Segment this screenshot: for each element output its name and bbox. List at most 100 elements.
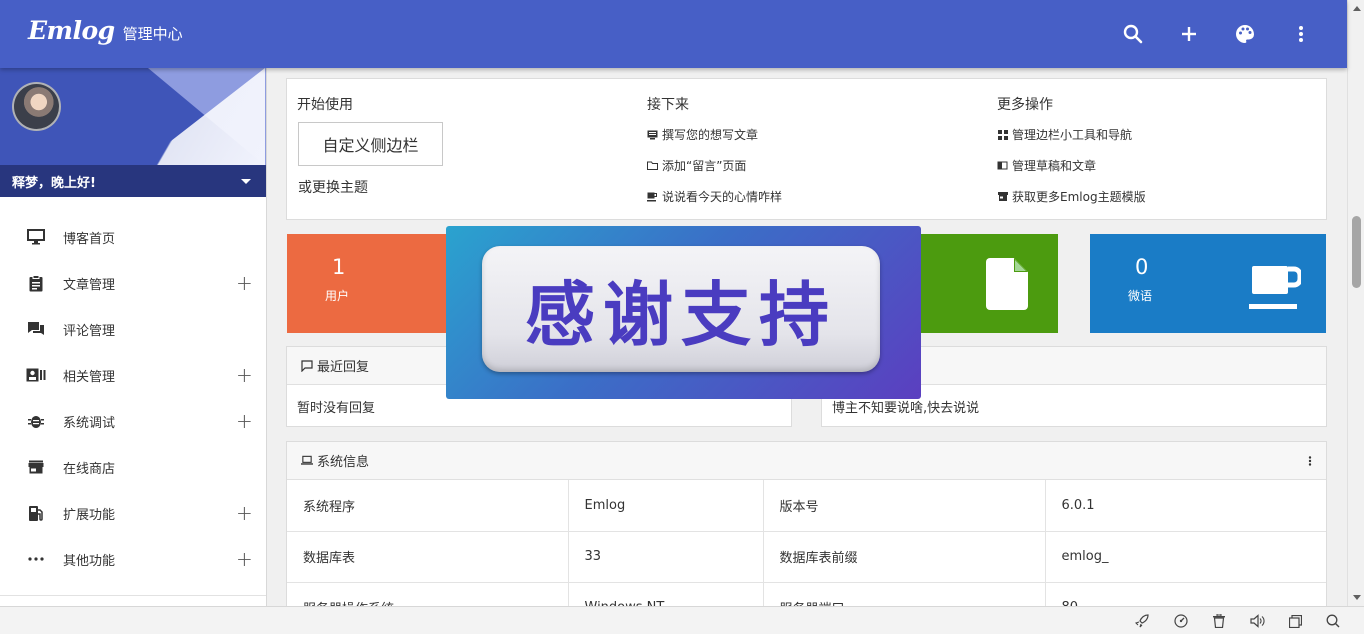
more-vert-icon[interactable] <box>1285 18 1317 50</box>
sidebar-item-label: 相关管理 <box>63 369 116 385</box>
sidebar-item-label: 系统调试 <box>63 415 116 431</box>
sidebar-item-label: 其他功能 <box>63 553 116 569</box>
folder-icon <box>647 160 658 171</box>
more-actions-title: 更多操作 <box>997 97 1053 113</box>
thanks-banner-image: 感谢支持 <box>446 226 921 399</box>
twitter-stat-card[interactable]: 0 微语 <box>1090 234 1326 333</box>
fuel-icon <box>26 503 46 523</box>
get-themes-link[interactable]: 获取更多Emlog主题模版 <box>997 188 1146 205</box>
bug-icon <box>26 411 46 431</box>
rocket-icon[interactable] <box>1134 613 1150 629</box>
scroll-up-icon[interactable] <box>1353 6 1361 11</box>
sidebar-item-label: 文章管理 <box>63 277 116 293</box>
write-article-link[interactable]: 撰写您的想写文章 <box>647 126 758 143</box>
store-icon <box>997 191 1008 202</box>
sidebar-item-related[interactable]: 相关管理 + <box>0 352 266 398</box>
table-row: 服务器操作系统 Windows NT 服务器端口 80 <box>287 582 1326 606</box>
manage-widgets-link[interactable]: 管理边栏小工具和导航 <box>997 126 1132 143</box>
expand-plus-icon[interactable]: + <box>236 365 253 385</box>
speed-icon[interactable] <box>1173 613 1189 629</box>
expand-plus-icon[interactable]: + <box>236 549 253 569</box>
sidebar-item-blog-home[interactable]: 博客首页 <box>0 214 266 260</box>
top-app-bar: Emlog 管理中心 <box>0 0 1347 68</box>
expand-plus-icon[interactable]: + <box>236 273 253 293</box>
sidebar-item-other[interactable]: 其他功能 + <box>0 536 266 582</box>
brand[interactable]: Emlog 管理中心 <box>28 16 183 45</box>
ellipsis-icon <box>26 549 46 569</box>
sidebar-item-comments[interactable]: 评论管理 <box>0 306 266 352</box>
articles-stat-card[interactable] <box>921 234 1058 333</box>
customize-sidebar-button[interactable]: 自定义侧边栏 <box>298 122 443 166</box>
document-icon <box>986 258 1028 314</box>
link-text: 撰写您的想写文章 <box>662 128 759 142</box>
sidebar-item-label: 扩展功能 <box>63 507 116 523</box>
sidebar-item-label: 评论管理 <box>63 323 116 339</box>
link-text: 添加“留言”页面 <box>662 159 747 173</box>
system-info-title: 系统信息 <box>317 455 370 470</box>
palette-icon[interactable] <box>1229 18 1261 50</box>
recent-replies-title: 最近回复 <box>317 360 370 375</box>
sidebar-divider <box>0 595 266 596</box>
expand-plus-icon[interactable]: + <box>236 503 253 523</box>
brand-logo: Emlog <box>28 16 115 45</box>
laptop-icon <box>301 455 313 467</box>
volume-icon[interactable] <box>1249 613 1265 629</box>
table-cell: emlog_ <box>1045 531 1326 583</box>
search-icon[interactable] <box>1117 18 1149 50</box>
write-icon <box>647 129 658 140</box>
welcome-panel: 开始使用 自定义侧边栏 或更换主题 接下来 撰写您的想写文章 添加“留言”页面 … <box>286 78 1327 220</box>
link-text: 说说看今天的心情咋样 <box>662 190 783 204</box>
table-cell: 服务器操作系统 <box>287 582 569 606</box>
sidebar-nav: 博客首页 文章管理 + 评论管理 相关管理 + 系统调试 + 在线商店 扩展功能 <box>0 214 266 582</box>
manage-drafts-link[interactable]: 管理草稿和文章 <box>997 157 1096 174</box>
window-icon[interactable] <box>1287 613 1303 629</box>
add-icon[interactable] <box>1173 18 1205 50</box>
store-icon <box>26 457 46 477</box>
cup-icon <box>647 191 658 202</box>
monitor-icon <box>26 227 46 247</box>
table-row: 数据库表 33 数据库表前缀 emlog_ <box>287 531 1326 583</box>
clipboard-icon <box>26 273 46 293</box>
trash-icon[interactable] <box>1211 613 1227 629</box>
zoom-icon[interactable] <box>1325 613 1341 629</box>
table-cell: 数据库表 <box>287 531 569 583</box>
table-row: 系统程序 Emlog 版本号 6.0.1 <box>287 480 1326 532</box>
widgets-icon <box>997 129 1008 140</box>
sidebar-item-label: 博客首页 <box>63 231 116 247</box>
system-info-panel: 系统信息 系统程序 Emlog 版本号 6.0.1 数据库表 33 数据库表前缀… <box>286 441 1327 606</box>
scroll-down-icon[interactable] <box>1353 595 1361 600</box>
banner-text: 感谢支持 <box>525 273 837 356</box>
sidebar-item-store[interactable]: 在线商店 <box>0 444 266 490</box>
greeting-text: 释梦，晚上好! <box>12 175 96 191</box>
users-count: 1 <box>332 255 346 279</box>
twitter-label: 微语 <box>1128 289 1153 303</box>
brand-subtitle: 管理中心 <box>122 25 183 43</box>
vertical-scrollbar[interactable] <box>1347 0 1364 606</box>
table-cell: Emlog <box>568 480 764 532</box>
table-cell: 数据库表前缀 <box>763 531 1046 583</box>
table-cell: 版本号 <box>763 480 1046 532</box>
sidebar-header: 释梦，晚上好! <box>0 68 266 197</box>
system-info-table: 系统程序 Emlog 版本号 6.0.1 数据库表 33 数据库表前缀 emlo… <box>287 480 1326 606</box>
scroll-thumb[interactable] <box>1352 216 1361 288</box>
more-vert-icon[interactable] <box>1308 455 1312 470</box>
add-guestbook-link[interactable]: 添加“留言”页面 <box>647 157 746 174</box>
system-info-header: 系统信息 <box>287 442 1326 480</box>
caret-down-icon <box>241 179 251 184</box>
twitter-count: 0 <box>1135 255 1149 279</box>
table-cell: 服务器端口 <box>763 582 1046 606</box>
book-icon <box>997 160 1008 171</box>
table-cell: Windows NT <box>568 582 764 606</box>
link-text: 获取更多Emlog主题模版 <box>1012 190 1146 204</box>
table-cell: 80 <box>1045 582 1326 606</box>
sidebar-item-debug[interactable]: 系统调试 + <box>0 398 266 444</box>
sidebar-item-articles[interactable]: 文章管理 + <box>0 260 266 306</box>
expand-plus-icon[interactable]: + <box>236 411 253 431</box>
user-menu-toggle[interactable]: 释梦，晚上好! <box>0 165 266 197</box>
post-mood-link[interactable]: 说说看今天的心情咋样 <box>647 188 782 205</box>
avatar[interactable] <box>12 82 61 131</box>
contact-card-icon <box>26 365 46 385</box>
change-theme-link[interactable]: 或更换主题 <box>298 177 368 197</box>
getting-started-title: 开始使用 <box>297 97 353 113</box>
sidebar-item-extensions[interactable]: 扩展功能 + <box>0 490 266 536</box>
